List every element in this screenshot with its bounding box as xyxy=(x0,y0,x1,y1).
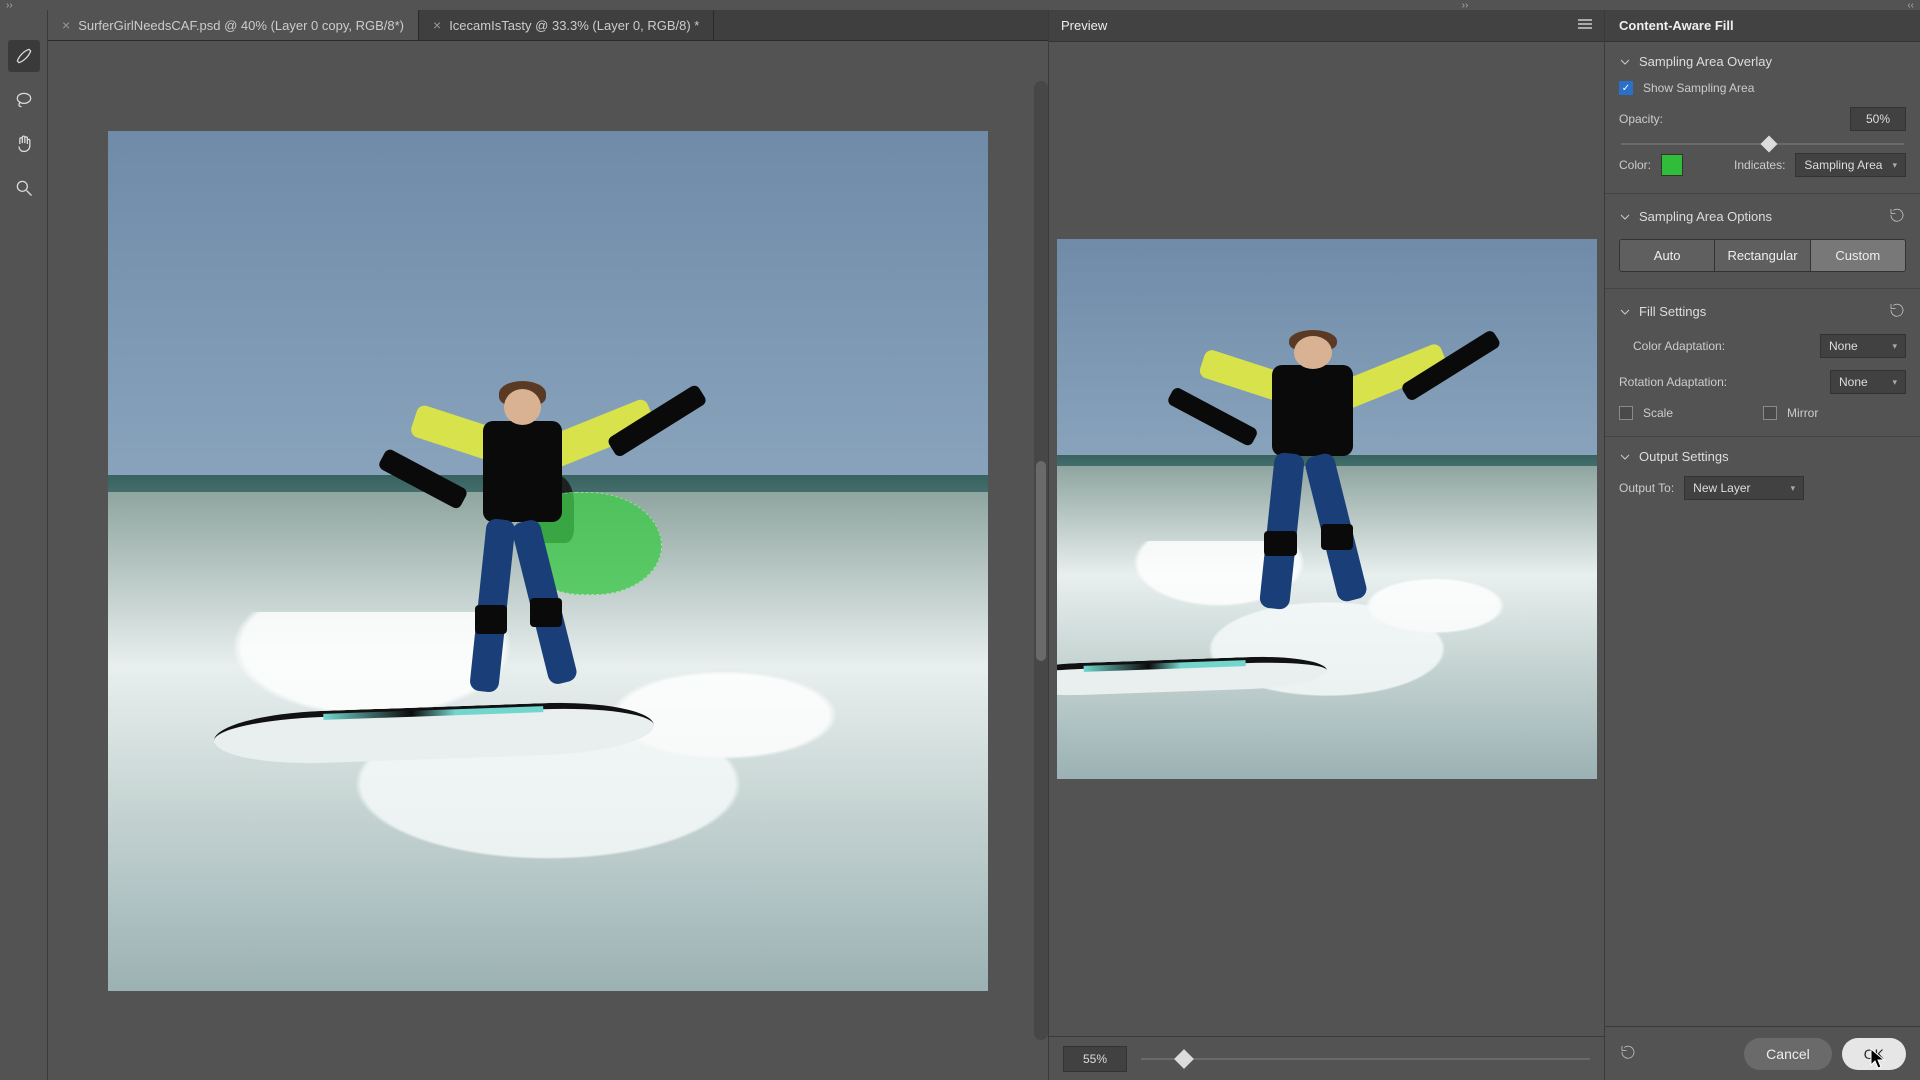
close-icon[interactable]: × xyxy=(62,17,70,33)
sampling-mode-custom[interactable]: Custom xyxy=(1811,240,1905,271)
chevron-down-icon xyxy=(1619,306,1631,318)
scrollbar-thumb[interactable] xyxy=(1036,461,1046,661)
scale-checkbox[interactable] xyxy=(1619,406,1633,420)
section-sampling-overlay: Sampling Area Overlay Show Sampling Area… xyxy=(1605,42,1920,194)
tab-label: IcecamIsTasty @ 33.3% (Layer 0, RGB/8) * xyxy=(449,18,699,33)
section-toggle-sampling-options[interactable]: Sampling Area Options xyxy=(1619,209,1772,224)
mirror-label: Mirror xyxy=(1787,406,1818,420)
color-swatch[interactable] xyxy=(1661,154,1683,176)
expand-right-icon[interactable]: ‹‹ xyxy=(1907,0,1914,10)
tab-label: SurferGirlNeedsCAF.psd @ 40% (Layer 0 co… xyxy=(78,18,404,33)
chevron-down-icon xyxy=(1619,56,1631,68)
preview-panel: Preview xyxy=(1048,10,1604,1080)
chevron-down-icon xyxy=(1619,451,1631,463)
chevron-down-icon: ▾ xyxy=(1892,160,1897,171)
reset-icon[interactable] xyxy=(1888,206,1906,227)
color-label: Color: xyxy=(1619,158,1651,172)
color-adaptation-dropdown[interactable]: None ▾ xyxy=(1820,334,1906,358)
chevron-down-icon: ▾ xyxy=(1892,377,1897,388)
section-sampling-options: Sampling Area Options Auto Rectangular C… xyxy=(1605,194,1920,289)
sampling-mode-rectangular[interactable]: Rectangular xyxy=(1715,240,1810,271)
sampling-mode-auto[interactable]: Auto xyxy=(1620,240,1715,271)
opacity-label: Opacity: xyxy=(1619,112,1663,126)
sampling-mode-segmented: Auto Rectangular Custom xyxy=(1619,239,1906,272)
zoom-value-input[interactable]: 55% xyxy=(1063,1046,1127,1072)
rotation-adaptation-label: Rotation Adaptation: xyxy=(1619,375,1727,389)
show-sampling-area-checkbox[interactable] xyxy=(1619,81,1633,95)
workspace: × SurferGirlNeedsCAF.psd @ 40% (Layer 0 … xyxy=(48,10,1048,1080)
preview-body[interactable] xyxy=(1049,42,1604,1036)
cancel-button[interactable]: Cancel xyxy=(1744,1038,1832,1070)
color-adaptation-label: Color Adaptation: xyxy=(1633,339,1725,353)
options-title: Content-Aware Fill xyxy=(1605,10,1920,42)
document-tab-1[interactable]: × IcecamIsTasty @ 33.3% (Layer 0, RGB/8)… xyxy=(419,10,714,40)
section-toggle-output-settings[interactable]: Output Settings xyxy=(1619,449,1906,464)
chevron-down-icon: ▾ xyxy=(1791,483,1796,494)
section-toggle-fill-settings[interactable]: Fill Settings xyxy=(1619,304,1706,319)
close-icon[interactable]: × xyxy=(433,17,441,33)
document-tab-0[interactable]: × SurferGirlNeedsCAF.psd @ 40% (Layer 0 … xyxy=(48,10,419,40)
mirror-checkbox[interactable] xyxy=(1763,406,1777,420)
zoom-slider-thumb[interactable] xyxy=(1174,1049,1194,1069)
main-canvas-area[interactable] xyxy=(48,41,1048,1080)
opacity-slider-thumb[interactable] xyxy=(1760,136,1777,153)
hand-tool[interactable] xyxy=(8,128,40,160)
output-to-label: Output To: xyxy=(1619,481,1674,495)
preview-title: Preview xyxy=(1061,18,1107,33)
preview-canvas[interactable] xyxy=(1057,239,1597,779)
reset-icon[interactable] xyxy=(1888,301,1906,322)
chevron-down-icon: ▾ xyxy=(1892,341,1897,352)
document-tab-bar: × SurferGirlNeedsCAF.psd @ 40% (Layer 0 … xyxy=(48,10,1048,41)
scale-label: Scale xyxy=(1643,406,1673,420)
ok-button[interactable]: OK xyxy=(1842,1038,1906,1070)
opacity-slider[interactable] xyxy=(1621,143,1904,145)
rotation-adaptation-dropdown[interactable]: None ▾ xyxy=(1830,370,1906,394)
indicates-label: Indicates: xyxy=(1734,158,1785,172)
vertical-scrollbar[interactable] xyxy=(1034,81,1048,1040)
toolbar xyxy=(0,10,48,1080)
section-output-settings: Output Settings Output To: New Layer ▾ xyxy=(1605,437,1920,516)
options-panel: Content-Aware Fill Sampling Area Overlay… xyxy=(1604,10,1920,1080)
zoom-slider[interactable] xyxy=(1141,1058,1590,1060)
section-toggle-sampling-overlay[interactable]: Sampling Area Overlay xyxy=(1619,54,1906,69)
expand-mid-icon[interactable]: ›› xyxy=(1462,0,1469,10)
expand-left-icon[interactable]: ›› xyxy=(6,0,13,10)
main-canvas[interactable] xyxy=(108,131,988,991)
chevron-down-icon xyxy=(1619,211,1631,223)
reset-all-icon[interactable] xyxy=(1619,1043,1637,1064)
opacity-value-input[interactable]: 50% xyxy=(1850,107,1906,131)
zoom-tool[interactable] xyxy=(8,172,40,204)
panel-menu-icon[interactable] xyxy=(1578,18,1592,33)
section-fill-settings: Fill Settings Color Adaptation: None ▾ R… xyxy=(1605,289,1920,437)
output-to-dropdown[interactable]: New Layer ▾ xyxy=(1684,476,1804,500)
indicates-dropdown[interactable]: Sampling Area ▾ xyxy=(1795,153,1906,177)
show-sampling-area-label: Show Sampling Area xyxy=(1643,81,1754,95)
lasso-tool[interactable] xyxy=(8,84,40,116)
sampling-brush-tool[interactable] xyxy=(8,40,40,72)
